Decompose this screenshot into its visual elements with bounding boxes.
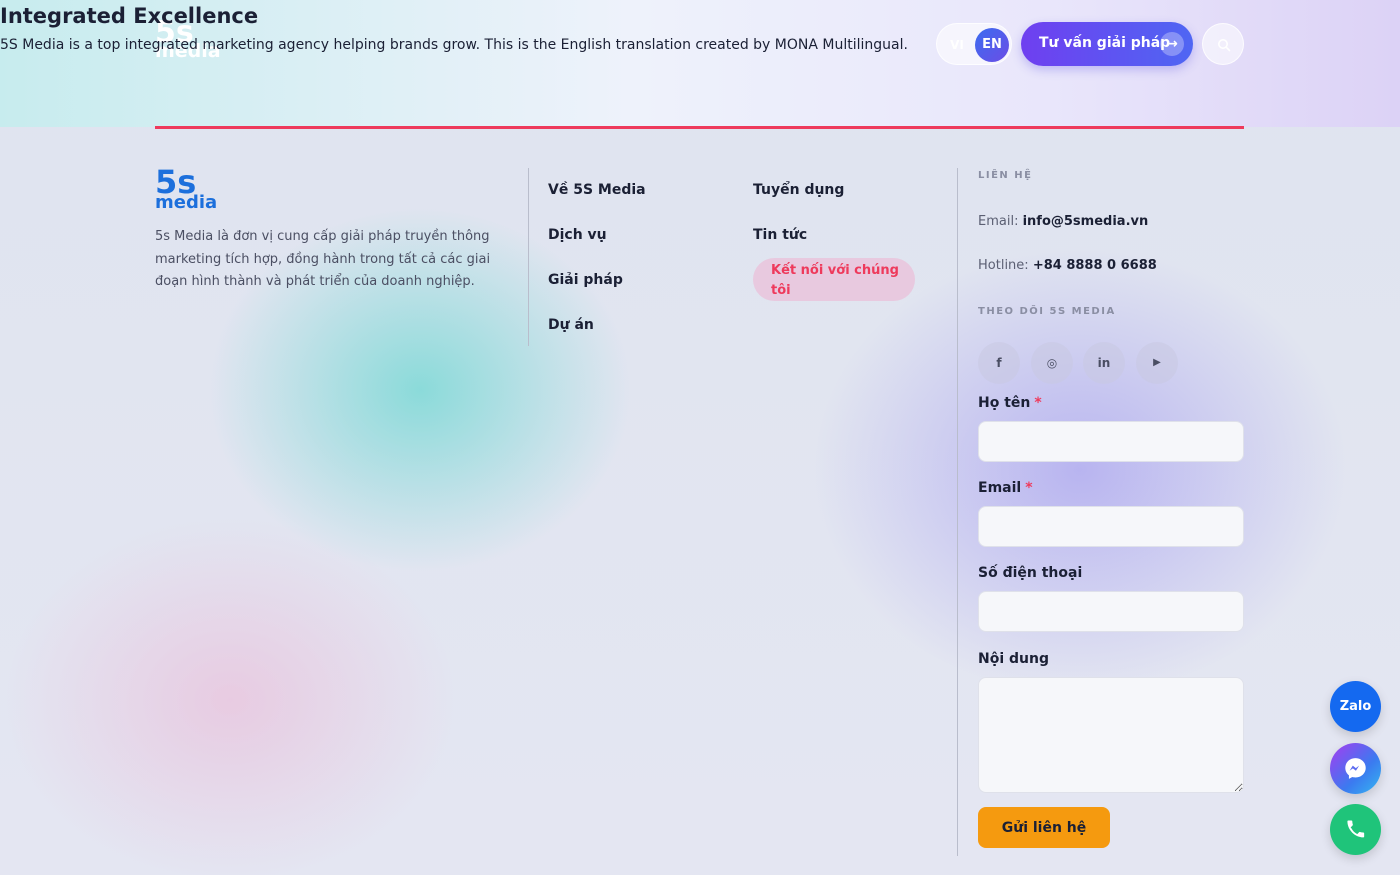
consult-solution-button[interactable]: Tư vấn giải pháp → <box>1021 22 1193 66</box>
phone-icon <box>1347 820 1365 838</box>
footer-link-news[interactable]: Tin tức <box>753 227 807 243</box>
footer-link-services[interactable]: Dịch vụ <box>548 227 607 243</box>
phone-input[interactable] <box>978 591 1244 632</box>
phone-label: Số điện thoại <box>978 565 1083 581</box>
contact-hotline: Hotline: +84 8888 0 6688 <box>978 258 1157 273</box>
footer-link-about[interactable]: Về 5S Media <box>548 182 646 198</box>
column-divider <box>957 168 958 856</box>
search-icon <box>1218 39 1231 52</box>
email-label: Email: <box>978 214 1019 229</box>
instagram-icon[interactable]: ◎ <box>1031 342 1073 384</box>
page-title: Integrated Excellence <box>0 4 259 28</box>
language-switcher: VI EN <box>936 23 1012 65</box>
site-header: 5s media Integrated Excellence 5S Media … <box>0 0 1400 127</box>
footer-logo-line2: media <box>155 192 218 213</box>
hotline-label: Hotline: <box>978 258 1029 273</box>
column-divider <box>528 168 529 346</box>
footer-link-solutions[interactable]: Giải pháp <box>548 272 623 288</box>
hotline-value[interactable]: +84 8888 0 6688 <box>1033 258 1157 273</box>
lang-en-button[interactable]: EN <box>975 28 1009 62</box>
phone-button[interactable] <box>1330 804 1381 855</box>
lang-vi-button[interactable]: VI <box>945 33 969 57</box>
content-textarea[interactable] <box>978 677 1244 793</box>
consult-solution-label: Tư vấn giải pháp <box>1039 35 1171 51</box>
required-mark: * <box>1034 395 1042 411</box>
email-field-label: Email * <box>978 480 1033 496</box>
content-label: Nội dung <box>978 651 1049 667</box>
footer-link-contact-us[interactable]: Kết nối với chúng tôi <box>753 258 915 301</box>
required-mark: * <box>1025 480 1033 496</box>
name-label-text: Họ tên <box>978 395 1031 411</box>
footer-logo[interactable]: 5s media <box>155 166 217 212</box>
arrow-right-icon: → <box>1160 32 1184 56</box>
youtube-icon[interactable]: ▶ <box>1136 342 1178 384</box>
email-value[interactable]: info@5smedia.vn <box>1023 214 1149 229</box>
linkedin-icon[interactable]: in <box>1083 342 1125 384</box>
name-label: Họ tên * <box>978 395 1042 411</box>
email-input[interactable] <box>978 506 1244 547</box>
facebook-icon[interactable]: f <box>978 342 1020 384</box>
footer-link-careers[interactable]: Tuyển dụng <box>753 182 844 198</box>
page-description: 5S Media is a top integrated marketing a… <box>0 37 908 53</box>
messenger-icon <box>1345 758 1366 779</box>
messenger-button[interactable] <box>1330 743 1381 794</box>
contact-heading: LIÊN HỆ <box>978 170 1033 181</box>
zalo-button[interactable]: Zalo <box>1330 681 1381 732</box>
footer-link-contact-us-label: Kết nối với chúng tôi <box>771 263 899 298</box>
contact-email: Email: info@5smedia.vn <box>978 214 1148 229</box>
submit-contact-button[interactable]: Gửi liên hệ <box>978 807 1110 848</box>
email-label-text: Email <box>978 480 1022 496</box>
header-divider <box>155 126 1244 129</box>
about-text: 5s Media là đơn vị cung cấp giải pháp tr… <box>155 229 491 289</box>
footer-link-projects[interactable]: Dự án <box>548 317 594 333</box>
search-button[interactable] <box>1202 23 1244 65</box>
name-input[interactable] <box>978 421 1244 462</box>
follow-heading: THEO DÕI 5S MEDIA <box>978 306 1116 317</box>
